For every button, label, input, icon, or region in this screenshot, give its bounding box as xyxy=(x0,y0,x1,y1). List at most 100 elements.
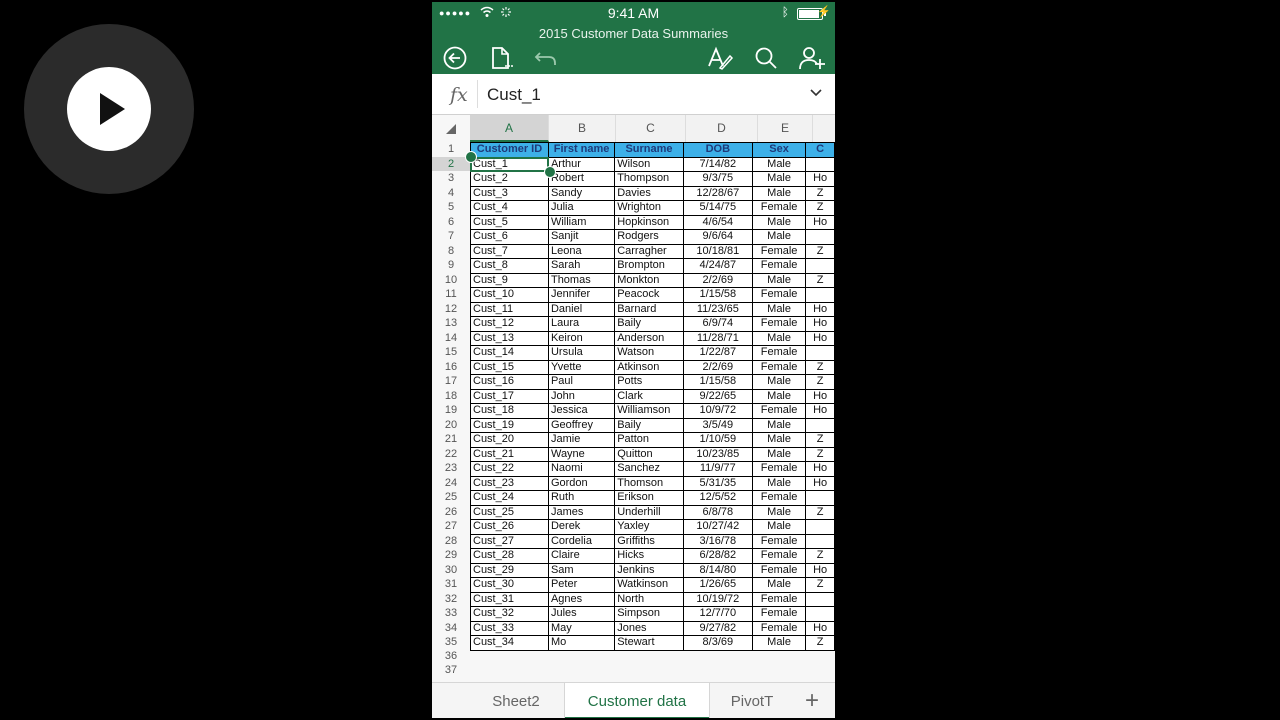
table-cell[interactable]: Female xyxy=(751,548,807,564)
row-header[interactable]: 13 xyxy=(432,316,470,331)
table-cell[interactable] xyxy=(805,156,835,172)
row-header[interactable]: 14 xyxy=(432,331,470,346)
table-cell[interactable] xyxy=(805,490,835,506)
row-header[interactable]: 21 xyxy=(432,432,470,447)
row-header[interactable]: 30 xyxy=(432,563,470,578)
table-cell[interactable]: 10/27/42 xyxy=(682,519,753,535)
table-cell[interactable]: 11/28/71 xyxy=(682,330,753,346)
row-header[interactable]: 19 xyxy=(432,403,470,418)
table-cell[interactable]: Cust_14 xyxy=(470,345,549,361)
table-cell[interactable]: Stewart xyxy=(614,635,684,651)
table-cell[interactable]: Monkton xyxy=(614,272,684,288)
row-header[interactable]: 10 xyxy=(432,273,470,288)
table-cell[interactable]: Ho xyxy=(805,330,835,346)
table-cell[interactable]: 5/14/75 xyxy=(682,200,753,216)
table-cell[interactable]: Female xyxy=(751,562,807,578)
table-cell[interactable]: Sam xyxy=(547,562,616,578)
table-cell[interactable]: Sarah xyxy=(547,258,616,274)
row-header[interactable]: 9 xyxy=(432,258,470,273)
table-cell[interactable]: Z xyxy=(805,635,835,651)
undo-button[interactable] xyxy=(532,44,560,72)
table-cell[interactable]: Z xyxy=(805,446,835,462)
table-cell[interactable]: Female xyxy=(751,606,807,622)
table-cell[interactable]: Ho xyxy=(805,461,835,477)
table-cell[interactable]: Thomson xyxy=(614,475,684,491)
table-cell[interactable]: Cust_7 xyxy=(470,243,549,259)
row-header[interactable]: 28 xyxy=(432,534,470,549)
row-header[interactable]: 26 xyxy=(432,505,470,520)
table-cell[interactable]: James xyxy=(547,504,616,520)
table-cell[interactable]: Daniel xyxy=(547,301,616,317)
table-cell[interactable]: Male xyxy=(751,475,807,491)
tab-pivot[interactable]: PivotT xyxy=(722,683,782,718)
table-cell[interactable]: 10/19/72 xyxy=(682,591,753,607)
table-cell[interactable]: Yaxley xyxy=(614,519,684,535)
table-cell[interactable]: 4/6/54 xyxy=(682,214,753,230)
table-cell[interactable]: Z xyxy=(805,359,835,375)
table-cell[interactable]: Jennifer xyxy=(547,287,616,303)
table-cell[interactable]: Female xyxy=(751,316,807,332)
table-cell[interactable]: Jones xyxy=(614,620,684,636)
table-cell[interactable]: Male xyxy=(751,171,807,187)
table-cell[interactable]: 6/9/74 xyxy=(682,316,753,332)
header-cell[interactable]: C xyxy=(805,142,835,158)
table-cell[interactable]: Robert xyxy=(547,171,616,187)
table-cell[interactable]: Male xyxy=(751,577,807,593)
table-cell[interactable]: Male xyxy=(751,635,807,651)
table-cell[interactable]: Naomi xyxy=(547,461,616,477)
table-cell[interactable]: Ho xyxy=(805,316,835,332)
column-header[interactable]: B xyxy=(549,115,616,142)
table-cell[interactable]: 6/8/78 xyxy=(682,504,753,520)
table-cell[interactable]: Wrighton xyxy=(614,200,684,216)
table-cell[interactable]: Female xyxy=(751,533,807,549)
table-cell[interactable]: Male xyxy=(751,374,807,390)
table-cell[interactable]: Ho xyxy=(805,562,835,578)
add-sheet-button[interactable]: + xyxy=(805,687,819,715)
row-header[interactable]: 35 xyxy=(432,635,470,650)
table-cell[interactable]: Wilson xyxy=(614,156,684,172)
table-cell[interactable]: Female xyxy=(751,359,807,375)
table-cell[interactable]: Ho xyxy=(805,403,835,419)
table-cell[interactable]: 1/15/58 xyxy=(682,287,753,303)
table-cell[interactable]: Cust_20 xyxy=(470,432,549,448)
table-cell[interactable]: 9/27/82 xyxy=(682,620,753,636)
table-cell[interactable]: Cust_9 xyxy=(470,272,549,288)
table-cell[interactable]: Z xyxy=(805,548,835,564)
table-cell[interactable]: 3/16/78 xyxy=(682,533,753,549)
table-cell[interactable]: Williamson xyxy=(614,403,684,419)
table-cell[interactable]: Cust_32 xyxy=(470,606,549,622)
table-cell[interactable]: Jenkins xyxy=(614,562,684,578)
table-cell[interactable]: 9/3/75 xyxy=(682,171,753,187)
table-cell[interactable]: Z xyxy=(805,432,835,448)
row-header[interactable]: 18 xyxy=(432,389,470,404)
table-cell[interactable]: Simpson xyxy=(614,606,684,622)
table-cell[interactable] xyxy=(805,258,835,274)
search-button[interactable] xyxy=(752,44,780,72)
table-cell[interactable]: Cust_12 xyxy=(470,316,549,332)
table-cell[interactable]: Cust_17 xyxy=(470,388,549,404)
table-cell[interactable] xyxy=(805,287,835,303)
column-header[interactable]: C xyxy=(616,115,686,142)
table-cell[interactable] xyxy=(805,229,835,245)
table-cell[interactable]: Brompton xyxy=(614,258,684,274)
table-cell[interactable] xyxy=(805,533,835,549)
table-cell[interactable]: Z xyxy=(805,272,835,288)
table-cell[interactable]: Hopkinson xyxy=(614,214,684,230)
column-header[interactable]: E xyxy=(758,115,813,142)
table-cell[interactable]: Quitton xyxy=(614,446,684,462)
table-cell[interactable]: Thompson xyxy=(614,171,684,187)
table-cell[interactable]: Patton xyxy=(614,432,684,448)
table-cell[interactable]: Cust_3 xyxy=(470,185,549,201)
row-header[interactable]: 27 xyxy=(432,519,470,534)
row-header[interactable]: 15 xyxy=(432,345,470,360)
row-header[interactable]: 8 xyxy=(432,244,470,259)
table-cell[interactable]: Female xyxy=(751,403,807,419)
table-cell[interactable]: Sanchez xyxy=(614,461,684,477)
table-cell[interactable]: Leona xyxy=(547,243,616,259)
table-cell[interactable]: Cust_8 xyxy=(470,258,549,274)
table-cell[interactable]: 8/14/80 xyxy=(682,562,753,578)
selection-handle-top[interactable] xyxy=(465,151,477,163)
table-cell[interactable]: Cordelia xyxy=(547,533,616,549)
table-cell[interactable]: May xyxy=(547,620,616,636)
column-header[interactable] xyxy=(813,115,835,142)
